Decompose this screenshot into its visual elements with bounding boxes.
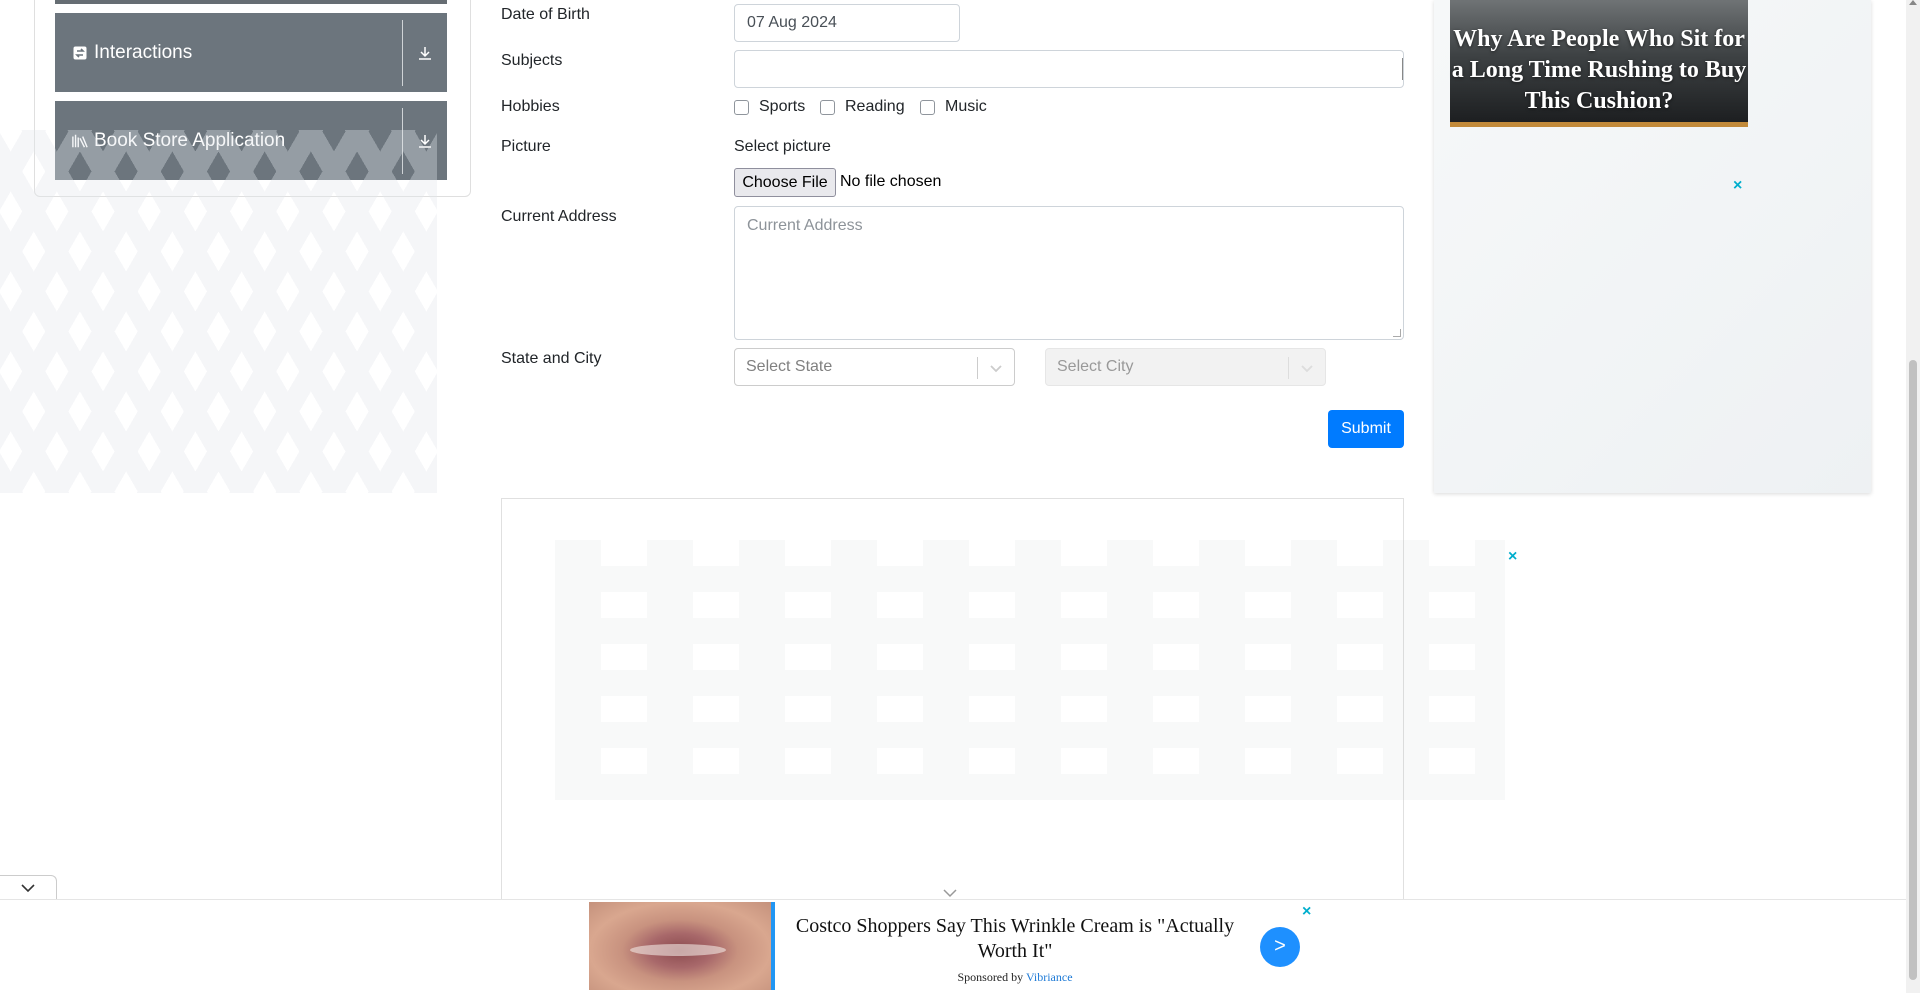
- reading-checkbox[interactable]: [820, 99, 835, 115]
- ad-headline[interactable]: Why Are People Who Sit for a Long Time R…: [1450, 24, 1748, 117]
- chevron-down-icon: [21, 883, 35, 892]
- choose-file-button[interactable]: Choose File: [734, 168, 836, 197]
- hobby-music[interactable]: Music: [920, 98, 987, 116]
- ad-close-icon[interactable]: ×: [1733, 178, 1742, 194]
- ad-close-icon[interactable]: ×: [1508, 549, 1517, 565]
- chevron-down-icon[interactable]: [986, 357, 1006, 379]
- ad-next-arrow-icon[interactable]: >: [1260, 927, 1300, 967]
- dob-label: Date of Birth: [501, 6, 590, 23]
- state-city-label: State and City: [501, 350, 602, 367]
- picture-label: Picture: [501, 138, 551, 155]
- download-icon[interactable]: [403, 13, 447, 92]
- address-placeholder: Current Address: [747, 217, 863, 234]
- current-address-textarea[interactable]: Current Address: [734, 206, 1404, 340]
- sports-checkbox[interactable]: [734, 99, 749, 115]
- divider: [977, 357, 978, 379]
- sponsor-prefix: Sponsored by: [957, 970, 1024, 984]
- current-address-label: Current Address: [501, 208, 617, 225]
- submit-button[interactable]: Submit: [1328, 410, 1404, 448]
- chevron-down-icon: [1297, 357, 1317, 379]
- divider: [1288, 357, 1289, 379]
- sponsor-brand[interactable]: Vibriance: [1026, 970, 1073, 984]
- subjects-label: Subjects: [501, 52, 563, 69]
- sidebar-group-interactions[interactable]: Interactions: [55, 13, 447, 92]
- hobbies-label: Hobbies: [501, 98, 560, 115]
- ad-close-icon[interactable]: ×: [1302, 904, 1311, 920]
- hobby-label: Music: [945, 98, 987, 115]
- ad-background-pattern: [555, 540, 1505, 800]
- state-select[interactable]: Select State: [734, 348, 1015, 386]
- select-picture-label: Select picture: [734, 138, 831, 155]
- sidebar-group-previous[interactable]: [55, 0, 447, 4]
- hobby-sports[interactable]: Sports: [734, 98, 805, 116]
- ad-accent-bar: [771, 902, 775, 990]
- interactions-icon: [72, 45, 88, 61]
- date-of-birth-input[interactable]: 07 Aug 2024: [734, 4, 960, 42]
- collapse-tab[interactable]: [0, 875, 57, 899]
- ad-image-detail: [630, 944, 726, 956]
- subjects-input[interactable]: [734, 50, 1404, 88]
- file-status: No file chosen: [840, 173, 942, 190]
- text-caret: [1402, 58, 1403, 80]
- city-placeholder: Select City: [1057, 358, 1134, 375]
- state-placeholder: Select State: [746, 358, 833, 375]
- resize-handle[interactable]: [1393, 329, 1401, 337]
- hobby-label: Sports: [759, 98, 806, 115]
- city-select: Select City: [1045, 348, 1326, 386]
- scroll-up-icon[interactable]: [1909, 0, 1917, 5]
- ad-background-pattern: [0, 130, 437, 493]
- ad-sponsor: Sponsored by Vibriance: [790, 970, 1240, 985]
- hobby-reading[interactable]: Reading: [820, 98, 905, 116]
- music-checkbox[interactable]: [920, 99, 935, 115]
- scrollbar-thumb[interactable]: [1909, 360, 1917, 980]
- sidebar-group-label: Interactions: [94, 41, 193, 63]
- ad-title[interactable]: Costco Shoppers Say This Wrinkle Cream i…: [790, 914, 1240, 964]
- hobby-label: Reading: [845, 98, 905, 115]
